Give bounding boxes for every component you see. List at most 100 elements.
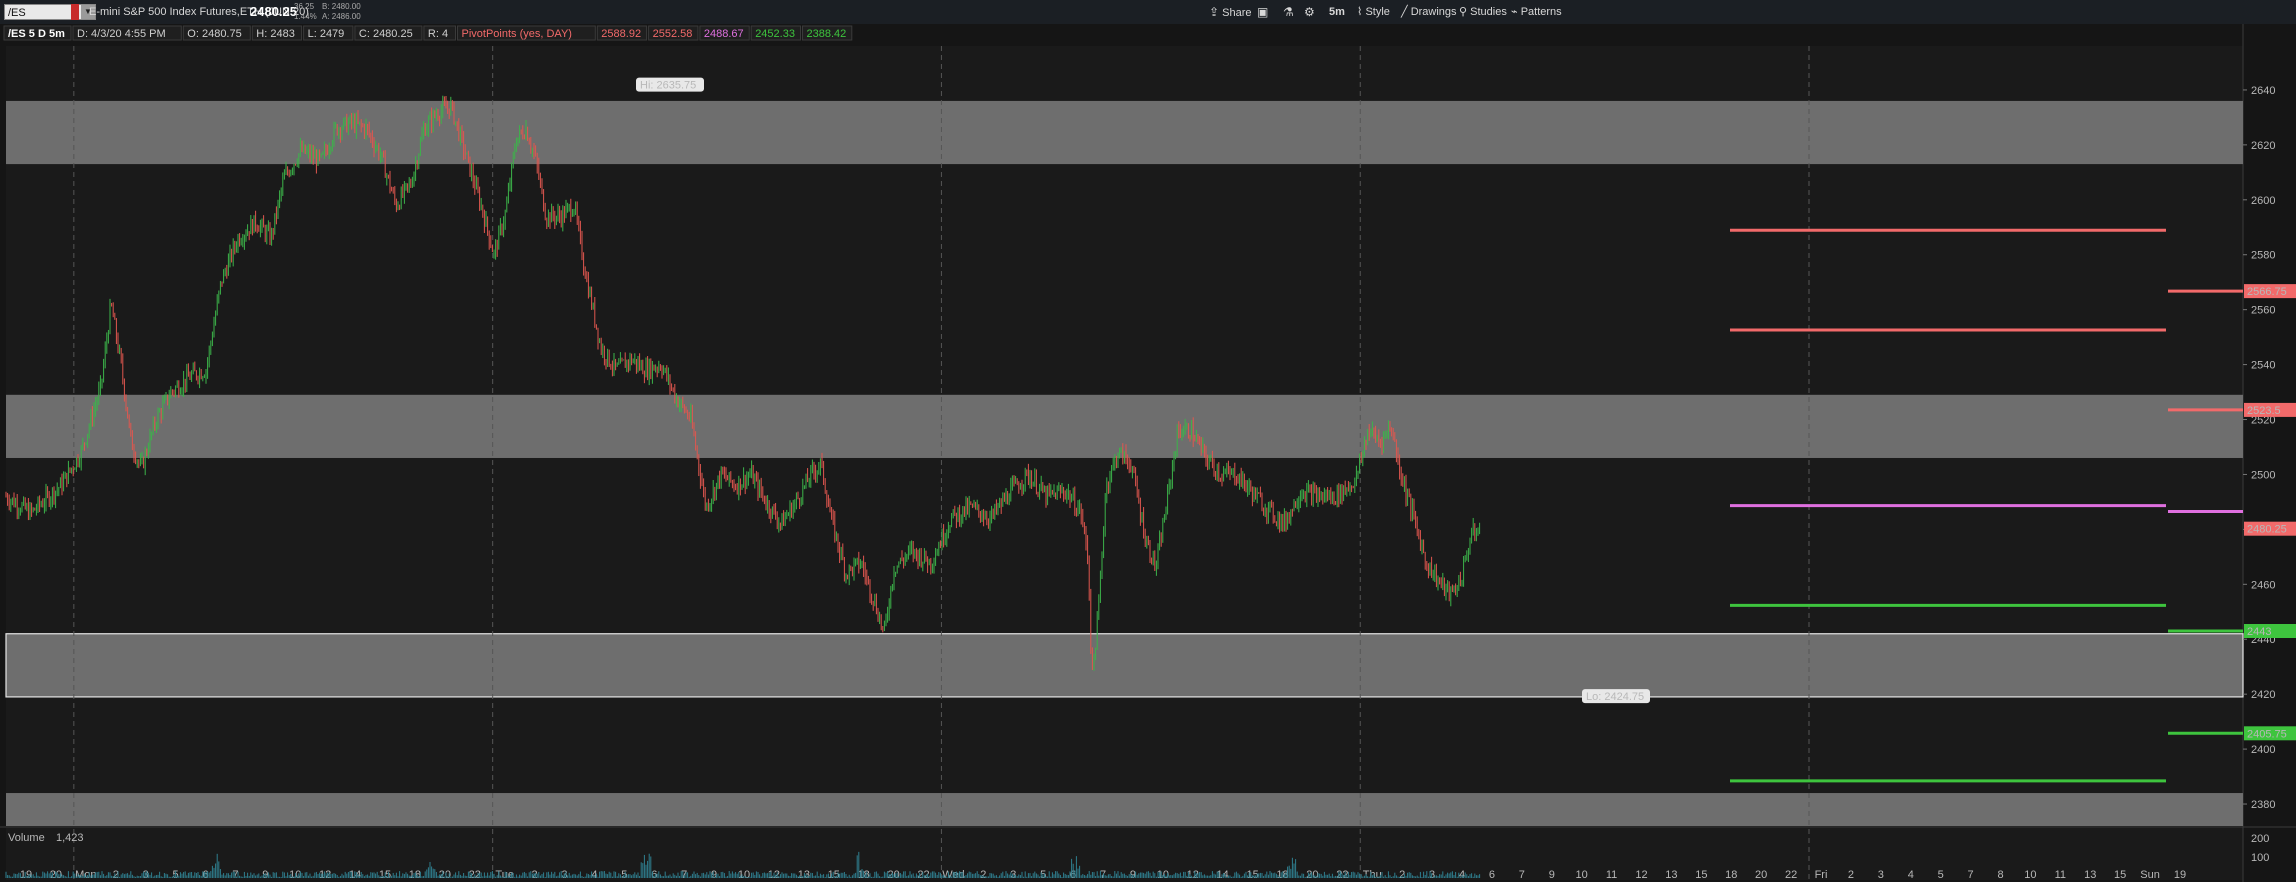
price-tag-label: 2405.75 [2247, 728, 2287, 740]
x-tick-label: 5 [621, 869, 627, 881]
snapshot-button[interactable]: ▣ [1257, 0, 1268, 24]
pivot-value: 2488.67 [704, 28, 744, 40]
share-label: Share [1222, 7, 1252, 19]
y-tick-label: 2380 [2251, 799, 2275, 811]
flask-icon: ⚗ [1283, 5, 1294, 19]
x-tick-label: 18 [409, 869, 421, 881]
low-annotation: Lo: 2424.75 [1582, 689, 1650, 704]
y-tick-label: 2400 [2251, 744, 2275, 756]
lower-support-zone [6, 633, 2243, 697]
y-tick-label: 2420 [2251, 689, 2275, 701]
low-label: Lo: 2424.75 [1586, 691, 1644, 703]
x-tick-label: 12 [1635, 869, 1647, 881]
lab-button[interactable]: ⚗ [1283, 0, 1294, 24]
x-tick-label: 10 [2024, 869, 2036, 881]
patterns-button[interactable]: ⌁ Patterns [1511, 0, 1562, 24]
x-tick-label: 7 [1968, 869, 1974, 881]
x-tick-label: 13 [1665, 869, 1677, 881]
share-button[interactable]: ⇪ Share [1209, 0, 1251, 24]
x-tick-label: 19 [2174, 869, 2186, 881]
x-tick-label: 5 [1938, 869, 1944, 881]
x-tick-label: 22 [1785, 869, 1797, 881]
x-tick-label: 8 [1997, 869, 2003, 881]
x-tick-label: 7 [1519, 869, 1525, 881]
ask-value: A: 2486.00 [322, 12, 361, 21]
price-chart[interactable]: /ES 5 D 5m D: 4/3/20 4:55 PM O: 2480.75 H: … [0, 24, 2296, 882]
timeframe-button[interactable]: 5m [1329, 0, 1345, 24]
x-tick-label: 10 [1576, 869, 1588, 881]
style-label: Style [1365, 6, 1390, 18]
x-tick-label: 15 [2114, 869, 2126, 881]
y-tick-label: 2580 [2251, 250, 2275, 262]
high-annotation: Hi: 2635.75 [636, 77, 704, 92]
pivot-value: 2552.58 [653, 28, 693, 40]
last-price: 2480.25 [250, 4, 297, 19]
y-tick-label: 2600 [2251, 195, 2275, 207]
bar-close: C: 2480.25 [359, 28, 413, 40]
x-tick-label: 3 [1878, 869, 1884, 881]
bottom-zone [6, 793, 2243, 826]
pivot-value: 2588.92 [601, 28, 641, 40]
style-button[interactable]: ⌇ Style [1357, 0, 1390, 24]
patterns-icon: ⌁ [1511, 6, 1518, 18]
last-price-tag-label: 2480.25 [2247, 524, 2287, 536]
patterns-label: Patterns [1520, 6, 1562, 18]
studies-button[interactable]: ⚲ Studies [1459, 0, 1507, 24]
studies-label: Studies [1470, 6, 1507, 18]
study-name: PivotPoints (yes, DAY) [462, 28, 572, 40]
high-label: Hi: 2635.75 [640, 80, 696, 92]
x-tick-label: 11 [2055, 869, 2066, 881]
drawings-label: Drawings [1410, 6, 1457, 18]
price-tag-label: 2523.5 [2247, 405, 2281, 417]
x-tick-label: 13 [798, 869, 810, 881]
bar-high: H: 2483 [256, 28, 295, 40]
y-tick-label: 2500 [2251, 469, 2275, 481]
symbol-input[interactable]: /ES ▼ [4, 4, 96, 20]
x-tick-label: 4 [1908, 869, 1914, 881]
change-percent: 1.44% [294, 12, 317, 21]
volume-label: Volume [8, 832, 45, 844]
pivot-value: 2388.42 [807, 28, 847, 40]
x-tick-label: 10 [738, 869, 750, 881]
volume-tick-label: 200 [2251, 833, 2269, 845]
gear-icon: ⚙ [1304, 5, 1315, 19]
y-tick-label: 2640 [2251, 85, 2275, 97]
price-tag-label: 2566.75 [2247, 286, 2287, 298]
top-toolbar: /ES ▼ E-mini S&P 500 Index Futures,ETH (J… [0, 0, 2296, 25]
pencil-icon: ╱ [1401, 6, 1408, 18]
volume-value: 1,423 [56, 832, 84, 844]
x-tick-label: 9 [1549, 869, 1555, 881]
y-tick-label: 2560 [2251, 305, 2275, 317]
x-tick-label: 20 [1755, 869, 1767, 881]
x-tick-label: Fri [1815, 869, 1828, 881]
bar-range: R: 4 [428, 28, 448, 40]
link-indicator-icon[interactable] [71, 4, 79, 20]
x-tick-label: 2 [1848, 869, 1854, 881]
symbol-text: /ES [8, 7, 26, 19]
x-tick-label: 13 [2084, 869, 2096, 881]
drawings-button[interactable]: ╱ Drawings [1401, 0, 1457, 24]
x-tick-label: Sun [2140, 869, 2160, 881]
y-tick-label: 2460 [2251, 579, 2275, 591]
bar-open: O: 2480.75 [187, 28, 241, 40]
bar-low: L: 2479 [308, 28, 345, 40]
volume-tick-label: 100 [2251, 852, 2269, 864]
bar-date: D: 4/3/20 4:55 PM [77, 28, 166, 40]
chart-title: /ES 5 D 5m [8, 28, 65, 40]
x-tick-label: 2 [980, 869, 986, 881]
camera-icon: ▣ [1257, 5, 1269, 19]
info-bar: /ES 5 D 5m D: 4/3/20 4:55 PM O: 2480.75 H: … [3, 25, 853, 41]
middle-zone [6, 394, 2243, 458]
x-tick-label: 15 [1695, 869, 1707, 881]
studies-icon: ⚲ [1459, 6, 1468, 18]
style-icon: ⌇ [1357, 6, 1363, 18]
price-tag-label: 2443 [2247, 626, 2271, 638]
x-tick-label: 18 [1725, 869, 1737, 881]
y-tick-label: 2620 [2251, 140, 2275, 152]
settings-button[interactable]: ⚙ [1304, 0, 1315, 24]
pivot-value: 2452.33 [755, 28, 795, 40]
x-tick-label: 6 [1489, 869, 1495, 881]
share-icon: ⇪ [1209, 5, 1220, 19]
y-tick-label: 2540 [2251, 360, 2275, 372]
x-tick-label: 11 [1606, 869, 1617, 881]
